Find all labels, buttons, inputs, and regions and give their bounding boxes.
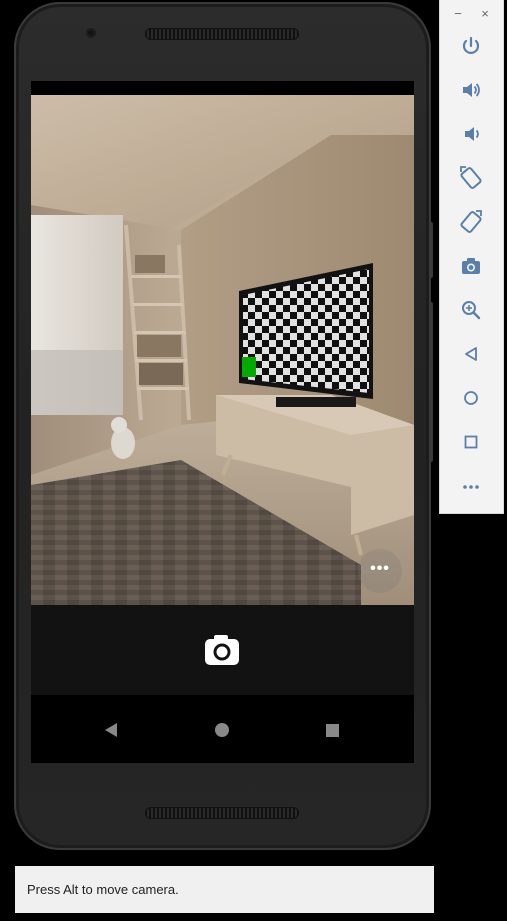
home-circle-icon (464, 391, 478, 405)
back-triangle-icon (465, 347, 477, 361)
hint-text: Press Alt to move camera. (27, 882, 179, 897)
overview-button[interactable] (457, 428, 485, 456)
more-horizontal-icon (463, 485, 479, 489)
screenshot-button[interactable] (457, 252, 485, 280)
emulator-toolbar: − × (440, 0, 503, 513)
rotate-left-button[interactable] (457, 164, 485, 192)
rotate-right-icon (460, 210, 482, 233)
back-triangle-icon (105, 723, 117, 737)
nav-home-button[interactable] (207, 715, 237, 745)
scene-image (31, 95, 414, 605)
earpiece-speaker (145, 28, 299, 40)
camera-control-bar (31, 605, 414, 695)
more-options-button[interactable] (457, 472, 485, 500)
camera-hint-bar: Press Alt to move camera. (15, 866, 434, 913)
emulator-window: ••• − × Press Alt to move camera. (0, 0, 507, 921)
volume-down-icon (465, 127, 479, 141)
front-camera (86, 28, 96, 38)
shutter-button[interactable] (202, 630, 242, 670)
phone-frame: ••• (14, 2, 433, 850)
android-nav-bar (31, 695, 414, 763)
camera-icon (462, 258, 480, 274)
more-options-button[interactable]: ••• (358, 549, 402, 593)
zoom-button[interactable] (457, 296, 485, 324)
camera-viewfinder[interactable]: ••• (31, 95, 414, 605)
device-screen[interactable]: ••• (31, 81, 414, 763)
phone-side-button (429, 222, 433, 278)
back-button[interactable] (457, 340, 485, 368)
volume-down-button[interactable] (457, 120, 485, 148)
power-icon (462, 36, 480, 54)
overview-square-icon (464, 435, 478, 449)
rotate-left-icon (460, 166, 482, 189)
phone-side-button (429, 302, 433, 462)
home-button[interactable] (457, 384, 485, 412)
zoom-in-icon (462, 301, 481, 320)
home-circle-icon (215, 723, 229, 737)
volume-up-icon (463, 83, 480, 97)
recents-square-icon (326, 724, 339, 737)
minimize-button[interactable]: − (450, 6, 466, 22)
nav-recents-button[interactable] (317, 715, 347, 745)
close-button[interactable]: × (477, 6, 493, 22)
power-button[interactable] (457, 32, 485, 60)
window-controls: − × (440, 6, 503, 22)
bottom-speaker (145, 807, 299, 819)
camera-icon (205, 635, 239, 665)
status-bar (31, 81, 414, 95)
nav-back-button[interactable] (95, 715, 125, 745)
volume-up-button[interactable] (457, 76, 485, 104)
rotate-right-button[interactable] (457, 208, 485, 236)
